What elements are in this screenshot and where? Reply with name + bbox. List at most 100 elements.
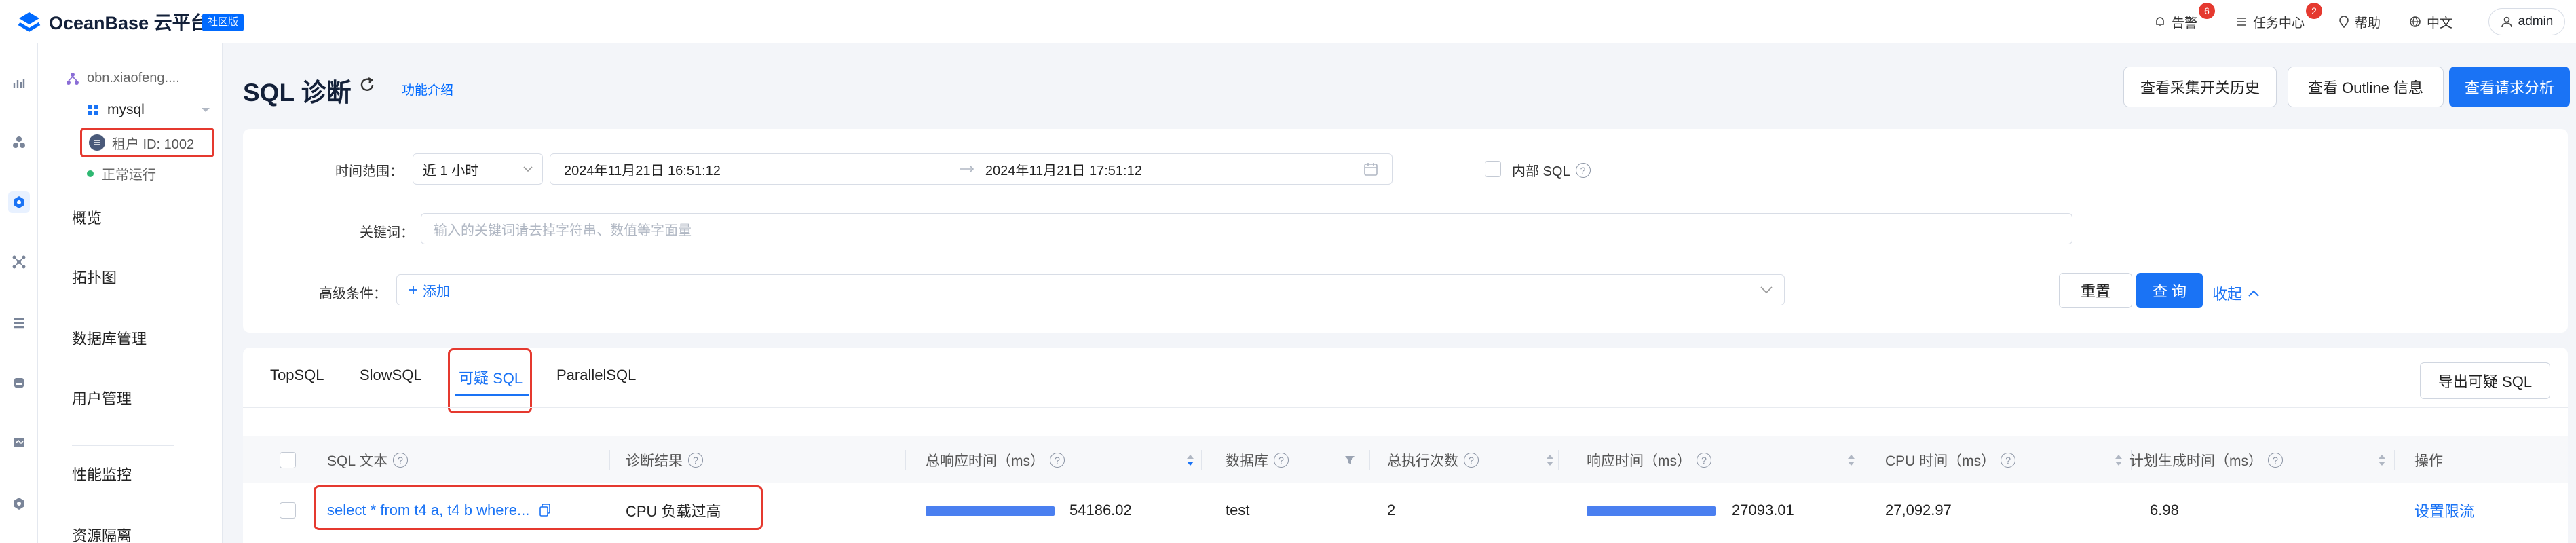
rail-topology[interactable]	[8, 251, 30, 273]
tenant-grid-icon	[88, 105, 98, 115]
advanced-conditions-select[interactable]: 添加	[396, 274, 1785, 305]
refresh-icon[interactable]	[358, 76, 376, 94]
set-rate-limit-link[interactable]: 设置限流	[2414, 495, 2474, 525]
view-request-analysis-button[interactable]: 查看请求分析	[2449, 67, 2570, 107]
internal-sql-checkbox[interactable]	[1485, 161, 1501, 177]
tabs-divider	[243, 407, 2568, 408]
tab-parallelsql[interactable]: ParallelSQL	[556, 367, 636, 384]
language-switch[interactable]: 中文	[2409, 11, 2452, 33]
col-response-time-label: 响应时间（ms）	[1587, 453, 1691, 469]
help-circle-icon[interactable]: ?	[1575, 162, 1591, 178]
col-cpu-time-label: CPU 时间（ms）	[1885, 453, 1996, 469]
feature-intro-link[interactable]: 功能介绍	[402, 80, 453, 98]
keyword-label: 关键词：	[360, 225, 414, 240]
total-executions: 2	[1387, 502, 1396, 519]
alerts-count-badge: 6	[2199, 3, 2215, 19]
alerts-label: 告警	[2172, 16, 2198, 31]
filter-card: 时间范围： 近 1 小时 2024年11月21日 16:51:12 2024年1…	[243, 129, 2568, 333]
cluster-tree-icon	[67, 72, 79, 85]
add-condition-button[interactable]: 添加	[408, 280, 450, 300]
database-icon	[14, 378, 24, 388]
collection-switch-history-button[interactable]: 查看采集开关历史	[2123, 67, 2277, 107]
help-circle-icon[interactable]: ?	[1464, 453, 1479, 468]
chevron-down-icon	[1760, 286, 1773, 294]
help-circle-icon[interactable]: ?	[1274, 453, 1289, 468]
user-name: admin	[2518, 14, 2554, 29]
advanced-conditions-label: 高级条件：	[319, 286, 387, 301]
column-separator	[1369, 450, 1370, 470]
row-checkbox[interactable]	[280, 502, 296, 519]
globe-icon	[2410, 16, 2421, 27]
collapse-label: 收起	[2212, 286, 2243, 303]
select-all-checkbox[interactable]	[280, 452, 296, 468]
tab-topsql[interactable]: TopSQL	[270, 367, 324, 384]
help-menu[interactable]: 帮助	[2338, 11, 2381, 33]
col-database: 数据库?	[1226, 436, 1289, 484]
nav-database-management[interactable]: 数据库管理	[72, 326, 147, 353]
cluster-name: obn.xiaofeng....	[87, 71, 180, 86]
query-button[interactable]: 查 询	[2136, 273, 2203, 308]
top-bar: OceanBase 云平台 社区版 告警 6 任务中心 2 帮助 中文 admi…	[0, 0, 2576, 43]
tab-slowsql[interactable]: SlowSQL	[360, 367, 422, 384]
rail-clusters[interactable]	[8, 132, 30, 153]
user-menu[interactable]: admin	[2488, 8, 2565, 35]
nav-performance-monitoring[interactable]: 性能监控	[72, 462, 132, 489]
help-circle-icon[interactable]: ?	[1050, 453, 1065, 468]
col-plan-gen-time[interactable]: 计划生成时间（ms）?	[2129, 436, 2283, 484]
help-circle-icon[interactable]: ?	[2001, 453, 2016, 468]
rail-list[interactable]	[8, 312, 30, 334]
col-total-response-time[interactable]: 总响应时间（ms）?	[926, 436, 1065, 484]
nav-topology[interactable]: 拓扑图	[72, 265, 117, 292]
nav-overview[interactable]: 概览	[72, 205, 102, 232]
table-header: SQL 文本? 诊断结果? 总响应时间（ms）? 数据库? 总执行次数? 响应时…	[243, 436, 2568, 483]
col-database-label: 数据库	[1226, 453, 1268, 469]
bar-chart-icon	[13, 79, 25, 88]
sort-icon[interactable]	[1546, 453, 1554, 468]
filter-icon[interactable]	[1344, 454, 1356, 466]
date-range-picker[interactable]: 2024年11月21日 16:51:12 2024年11月21日 17:51:1…	[550, 153, 1393, 185]
col-total-executions[interactable]: 总执行次数?	[1387, 436, 1479, 484]
nav-user-management[interactable]: 用户管理	[72, 386, 132, 413]
logo[interactable]: OceanBase 云平台	[16, 8, 209, 35]
language-label: 中文	[2427, 16, 2453, 31]
column-separator	[905, 450, 906, 470]
suspicious-row-highlight	[314, 485, 763, 530]
menu-icon	[14, 318, 24, 329]
tenant-select[interactable]: mysql	[87, 99, 210, 121]
rail-settings[interactable]	[8, 493, 30, 514]
keyword-input[interactable]: 输入的关键词请去掉字符串、数值等字面量	[421, 213, 2072, 244]
sort-icon[interactable]	[2115, 453, 2123, 468]
sort-icon[interactable]	[1847, 453, 1855, 468]
column-separator	[609, 450, 610, 470]
rail-tenants[interactable]	[8, 191, 30, 213]
col-cpu-time[interactable]: CPU 时间（ms）?	[1885, 436, 2016, 484]
help-circle-icon[interactable]: ?	[393, 453, 409, 468]
sort-icon[interactable]	[1186, 453, 1194, 468]
nav-resource-isolation[interactable]: 资源隔离	[72, 523, 132, 543]
icon-rail	[0, 43, 38, 543]
cluster-icon	[13, 136, 25, 148]
sort-icon[interactable]	[2378, 453, 2386, 468]
help-circle-icon[interactable]: ?	[2268, 453, 2283, 468]
tenant-id-highlight: 租户 ID: 1002	[80, 128, 214, 157]
time-range-select[interactable]: 近 1 小时	[413, 153, 543, 185]
bell-icon	[2156, 17, 2164, 26]
rail-storage[interactable]	[8, 432, 30, 453]
total-response-time-bar	[926, 506, 1055, 516]
cluster-selector[interactable]: obn.xiaofeng....	[65, 71, 180, 86]
export-suspicious-sql-button[interactable]: 导出可疑 SQL	[2420, 362, 2550, 399]
user-icon	[2501, 16, 2512, 28]
total-response-time: 54186.02	[1069, 502, 1132, 519]
task-center-menu[interactable]: 任务中心 2	[2235, 3, 2322, 33]
rail-dashboard[interactable]	[8, 72, 30, 94]
alerts-menu[interactable]: 告警 6	[2154, 3, 2215, 33]
rail-backup[interactable]	[8, 372, 30, 394]
reset-button[interactable]: 重置	[2059, 273, 2132, 308]
view-outline-button[interactable]: 查看 Outline 信息	[2288, 67, 2444, 107]
end-time: 2024年11月21日 17:51:12	[985, 163, 1142, 179]
col-response-time[interactable]: 响应时间（ms）?	[1587, 436, 1711, 484]
help-circle-icon[interactable]: ?	[1697, 453, 1711, 468]
collapse-toggle[interactable]: 收起	[2212, 282, 2260, 304]
keyword-placeholder: 输入的关键词请去掉字符串、数值等字面量	[434, 223, 692, 238]
help-circle-icon[interactable]: ?	[688, 453, 703, 468]
